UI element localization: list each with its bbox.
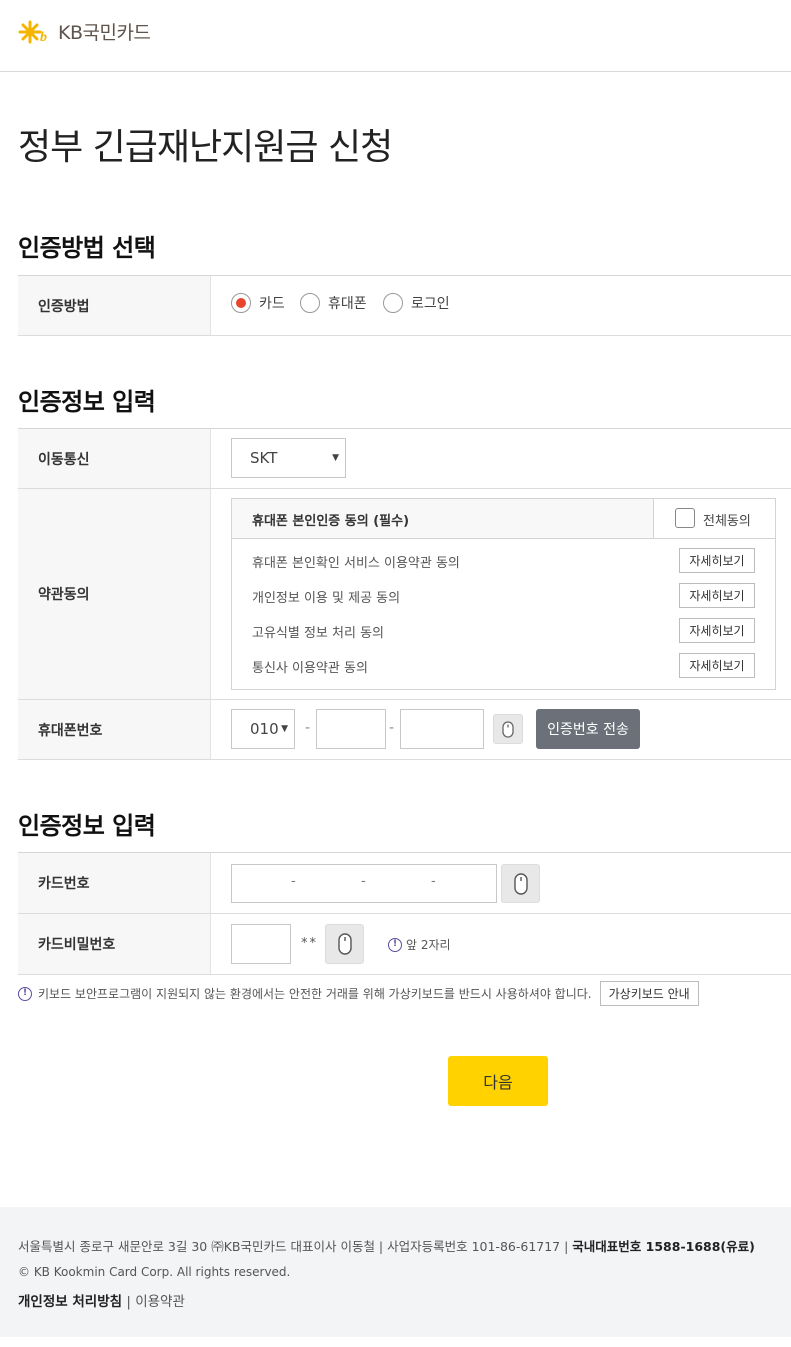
carrier-select[interactable]: SKT ▼	[231, 438, 346, 478]
footer: 서울특별시 종로구 새문안로 3길 30 ㈜KB국민카드 대표이사 이동철 | …	[0, 1207, 791, 1337]
footer-privacy-link[interactable]: 개인정보 처리방침	[18, 1294, 122, 1310]
carrier-cell: SKT ▼	[211, 429, 791, 488]
card-password-label: 카드비밀번호	[18, 914, 211, 974]
terms-cell: 휴대폰 본인인증 동의 (필수) 전체동의 휴대폰 본인확인 서비스 이용약관 …	[211, 489, 791, 699]
dropdown-arrow-icon: ▼	[332, 453, 339, 463]
mouse-icon	[502, 720, 514, 738]
terms-box-header: 휴대폰 본인인증 동의 (필수) 전체동의	[232, 499, 775, 539]
virtual-keyboard-button[interactable]	[501, 864, 540, 903]
radio-phone-circle[interactable]	[300, 293, 320, 313]
card-password-hint: ! 앞 2자리	[388, 936, 451, 953]
footer-address-line: 서울특별시 종로구 새문안로 3길 30 ㈜KB국민카드 대표이사 이동철 | …	[18, 1236, 755, 1255]
terms-item: 고유식별 정보 처리 동의	[252, 626, 384, 641]
card-auth-section-title: 인증정보 입력	[18, 812, 156, 840]
mouse-icon	[513, 872, 528, 895]
card-password-cell: ** ! 앞 2자리	[211, 914, 791, 974]
svg-text:b: b	[40, 30, 47, 45]
radio-card-circle[interactable]	[231, 293, 251, 313]
terms-detail-button[interactable]: 자세히보기	[679, 653, 755, 678]
security-notice: ! 키보드 보안프로그램이 지원되지 않는 환경에서는 안전한 거래를 위해 가…	[18, 981, 699, 1006]
terms-label: 약관동의	[18, 489, 211, 699]
terms-box: 휴대폰 본인인증 동의 (필수) 전체동의 휴대폰 본인확인 서비스 이용약관 …	[231, 498, 776, 690]
card-number-input[interactable]: - - -	[231, 864, 497, 903]
footer-link-separator: |	[122, 1294, 136, 1310]
phone-auth-table: 이동통신 SKT ▼ 약관동의 휴대폰 본인인증 동의 (필수) 전체동의 휴대…	[18, 428, 791, 760]
card-number-dash: -	[291, 874, 296, 889]
auth-method-section-title: 인증방법 선택	[18, 234, 156, 262]
radio-login-circle[interactable]	[383, 293, 403, 313]
auth-method-row: 인증방법 카드 휴대폰 로그인	[18, 276, 791, 336]
terms-detail-button[interactable]: 자세히보기	[679, 548, 755, 573]
terms-detail-button[interactable]: 자세히보기	[679, 583, 755, 608]
card-number-cell: - - -	[211, 853, 791, 913]
footer-copyright: © KB Kookmin Card Corp. All rights reser…	[18, 1265, 291, 1279]
footer-address: 서울특별시 종로구 새문안로 3길 30 ㈜KB국민카드 대표이사 이동철 | …	[18, 1239, 573, 1254]
card-password-mask: **	[301, 936, 318, 951]
radio-login-label: 로그인	[411, 296, 450, 312]
footer-hotline: 국내대표번호 1588-1688(유료)	[572, 1239, 755, 1254]
phone-label: 휴대폰번호	[18, 700, 211, 759]
terms-item: 개인정보 이용 및 제공 동의	[252, 591, 401, 606]
phone-dash: -	[389, 720, 395, 736]
footer-terms-link[interactable]: 이용약관	[135, 1294, 185, 1310]
phone-dash: -	[305, 720, 311, 736]
kb-star-logo-icon: b	[18, 20, 47, 45]
radio-card[interactable]: 카드	[231, 293, 285, 313]
agree-all-label: 전체동의	[703, 514, 751, 529]
phone-prefix-value: 010	[250, 720, 279, 738]
agree-all[interactable]: 전체동의	[653, 499, 775, 538]
header: b KB국민카드	[0, 0, 791, 72]
info-icon: !	[18, 986, 32, 1001]
auth-method-table: 인증방법 카드 휴대폰 로그인	[18, 275, 791, 336]
phone-cell: 010 ▼ - - 인증번호 전송	[211, 700, 791, 759]
kb-logo[interactable]: b KB국민카드	[18, 18, 151, 45]
virtual-keyboard-guide-button[interactable]: 가상키보드 안내	[599, 981, 699, 1006]
terms-item: 통신사 이용약관 동의	[252, 661, 368, 676]
card-number-dash: -	[361, 874, 366, 889]
send-code-button[interactable]: 인증번호 전송	[536, 709, 640, 749]
virtual-keyboard-button[interactable]	[325, 924, 364, 964]
phone-auth-section-title: 인증정보 입력	[18, 388, 156, 416]
radio-login[interactable]: 로그인	[383, 293, 450, 313]
agree-all-checkbox[interactable]	[675, 508, 695, 528]
radio-phone-label: 휴대폰	[328, 296, 367, 312]
carrier-row: 이동통신 SKT ▼	[18, 429, 791, 489]
phone-middle-input[interactable]	[316, 709, 386, 749]
phone-row: 휴대폰번호 010 ▼ - - 인증번호 전송	[18, 700, 791, 760]
card-number-label: 카드번호	[18, 853, 211, 913]
card-password-row: 카드비밀번호 ** ! 앞 2자리	[18, 914, 791, 975]
card-number-row: 카드번호 - - -	[18, 853, 791, 914]
radio-card-label: 카드	[259, 296, 285, 312]
security-notice-text: 키보드 보안프로그램이 지원되지 않는 환경에서는 안전한 거래를 위해 가상키…	[38, 987, 592, 1001]
card-password-input[interactable]	[231, 924, 291, 964]
auth-method-label: 인증방법	[18, 276, 211, 335]
terms-box-title: 휴대폰 본인인증 동의 (필수)	[252, 514, 410, 529]
footer-links: 개인정보 처리방침 | 이용약관	[18, 1290, 185, 1310]
carrier-select-value: SKT	[250, 449, 278, 467]
page-title: 정부 긴급재난지원금 신청	[18, 127, 393, 168]
mouse-icon	[337, 933, 352, 955]
info-icon: !	[388, 937, 402, 952]
radio-phone[interactable]: 휴대폰	[300, 293, 367, 313]
next-button[interactable]: 다음	[448, 1056, 548, 1106]
terms-row: 약관동의 휴대폰 본인인증 동의 (필수) 전체동의 휴대폰 본인확인 서비스 …	[18, 489, 791, 700]
dropdown-arrow-icon: ▼	[281, 724, 288, 734]
logo-text: KB국민카드	[58, 22, 151, 44]
virtual-keyboard-button[interactable]	[493, 714, 523, 744]
card-auth-table: 카드번호 - - - 카드비밀번호 ** ! 앞 2자리	[18, 852, 791, 975]
auth-method-options: 카드 휴대폰 로그인	[211, 276, 791, 335]
phone-prefix-select[interactable]: 010 ▼	[231, 709, 295, 749]
terms-detail-button[interactable]: 자세히보기	[679, 618, 755, 643]
carrier-label: 이동통신	[18, 429, 211, 488]
terms-item: 휴대폰 본인확인 서비스 이용약관 동의	[252, 556, 460, 571]
phone-last-input[interactable]	[400, 709, 484, 749]
card-password-hint-text: 앞 2자리	[406, 938, 451, 952]
card-number-dash: -	[431, 874, 436, 889]
